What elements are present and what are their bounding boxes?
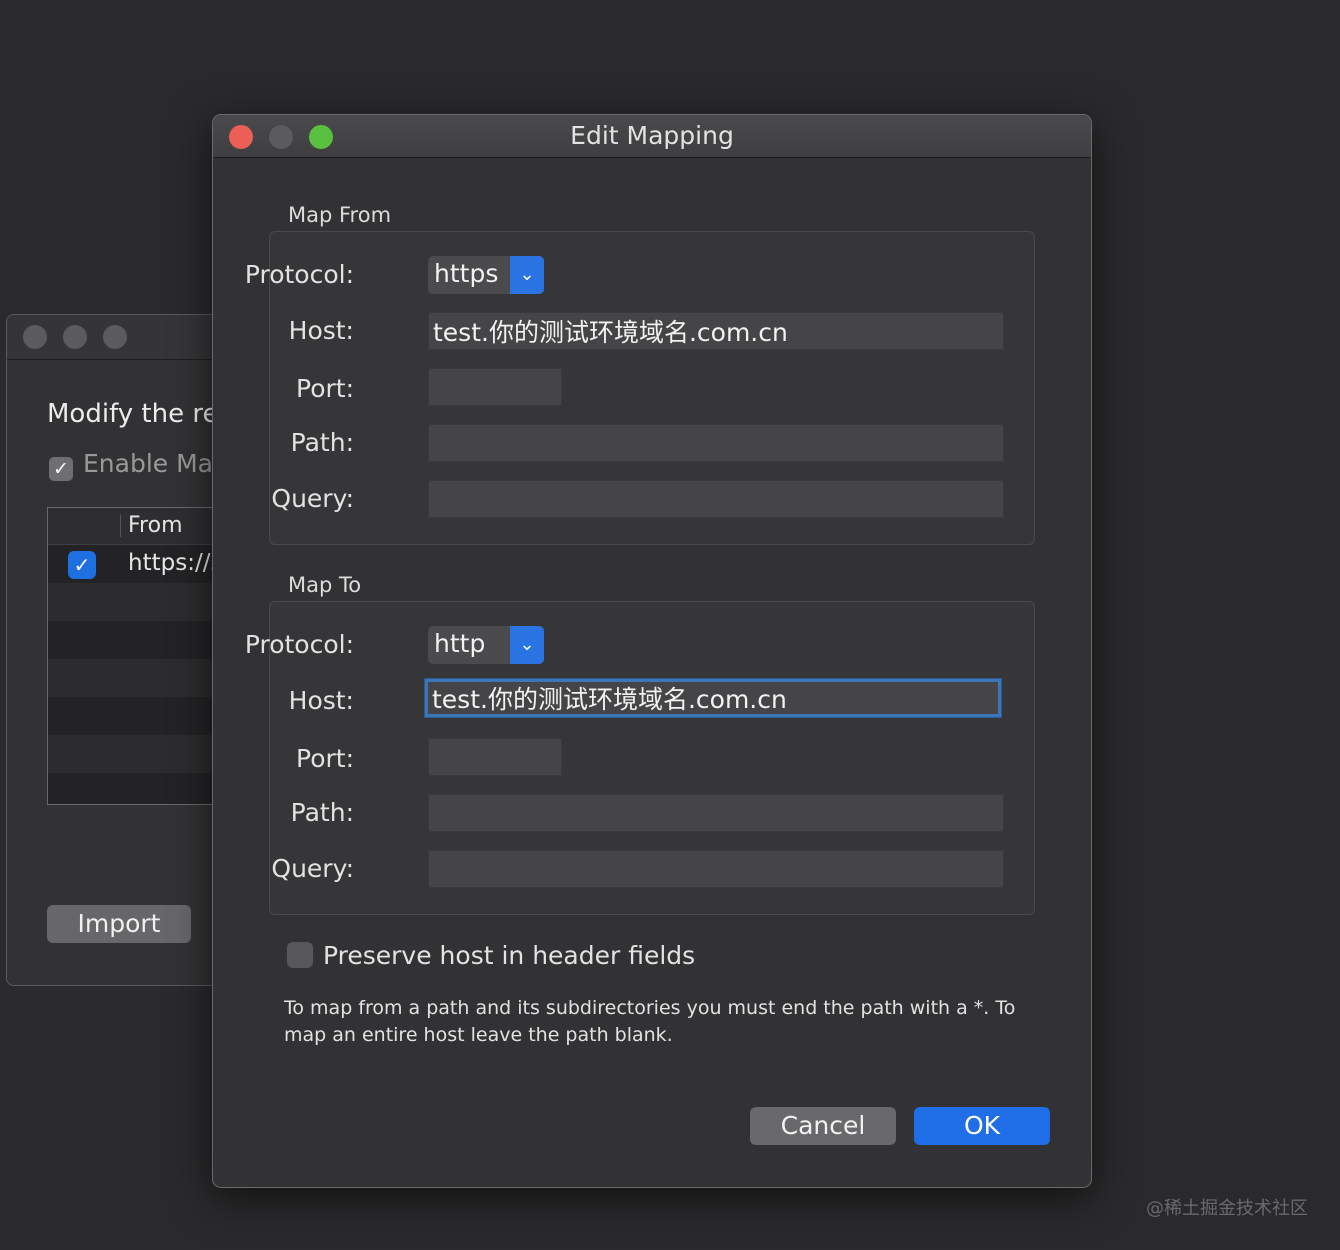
chevron-down-icon[interactable]: ⌄ [510, 626, 544, 664]
to-port-field[interactable] [428, 738, 562, 776]
to-path-field[interactable] [428, 794, 1004, 832]
bg-minimize-button[interactable] [63, 325, 87, 349]
from-host-field[interactable] [428, 312, 1004, 350]
from-path-input[interactable] [429, 425, 1003, 461]
to-protocol-select[interactable]: http ⌄ [428, 626, 544, 664]
edit-mapping-dialog: Edit Mapping Map From Protocol: https ⌄ … [212, 114, 1092, 1188]
from-host-input[interactable] [429, 313, 1003, 349]
bg-zoom-button[interactable] [103, 325, 127, 349]
dialog-title: Edit Mapping [570, 121, 734, 150]
bg-heading: Modify the re [47, 399, 219, 429]
from-query-field[interactable] [428, 480, 1004, 518]
to-protocol-value: http [434, 629, 486, 658]
from-protocol-value: https [434, 259, 499, 288]
to-path-input[interactable] [429, 795, 1003, 831]
column-header-from[interactable]: From [128, 513, 183, 538]
row-enabled-checkbox[interactable]: ✓ [68, 551, 96, 579]
cancel-button[interactable]: Cancel [750, 1107, 896, 1145]
ok-button[interactable]: OK [914, 1107, 1050, 1145]
from-path-label: Path: [290, 428, 354, 457]
from-protocol-label: Protocol: [244, 260, 354, 289]
to-host-label: Host: [288, 686, 354, 715]
map-to-group: Protocol: http ⌄ Host: Port: Path: Query… [245, 601, 1035, 915]
to-host-field[interactable] [425, 679, 1001, 717]
to-query-input[interactable] [429, 851, 1003, 887]
enable-mapping-label: Enable Ma [83, 449, 213, 478]
map-from-group: Protocol: https ⌄ Host: Port: Path: Quer… [245, 231, 1035, 545]
checkmark-icon: ✓ [49, 457, 73, 481]
to-path-label: Path: [290, 798, 354, 827]
from-port-field[interactable] [428, 368, 562, 406]
enable-mapping-checkbox[interactable]: ✓ Enable Ma [49, 449, 213, 481]
from-path-field[interactable] [428, 424, 1004, 462]
to-protocol-label: Protocol: [244, 630, 354, 659]
import-button[interactable]: Import [47, 905, 191, 943]
preserve-host-checkbox[interactable]: Preserve host in header fields [287, 941, 695, 970]
row-from-url: https://s [128, 550, 223, 576]
from-port-label: Port: [296, 374, 354, 403]
preserve-host-label: Preserve host in header fields [323, 941, 696, 970]
from-protocol-select[interactable]: https ⌄ [428, 256, 544, 294]
background-window: Modify the re ✓ Enable Ma From ✓ https://… [6, 314, 247, 986]
from-query-label: Query: [271, 484, 354, 513]
map-from-label: Map From [288, 203, 392, 227]
map-to-label: Map To [288, 573, 362, 597]
to-host-input[interactable] [428, 682, 998, 714]
help-note: To map from a path and its subdirectorie… [284, 997, 1016, 1046]
from-port-input[interactable] [429, 369, 561, 405]
watermark: @稀土掘金技术社区 [1146, 1198, 1308, 1219]
from-host-label: Host: [288, 316, 354, 345]
to-port-label: Port: [296, 744, 354, 773]
dialog-titlebar: Edit Mapping [213, 115, 1091, 158]
to-port-input[interactable] [429, 739, 561, 775]
to-query-field[interactable] [428, 850, 1004, 888]
to-query-label: Query: [271, 854, 354, 883]
from-query-input[interactable] [429, 481, 1003, 517]
chevron-down-icon[interactable]: ⌄ [510, 256, 544, 294]
bg-close-button[interactable] [23, 325, 47, 349]
background-titlebar [7, 315, 235, 360]
checkbox-box[interactable] [287, 942, 313, 968]
column-divider [120, 515, 121, 537]
